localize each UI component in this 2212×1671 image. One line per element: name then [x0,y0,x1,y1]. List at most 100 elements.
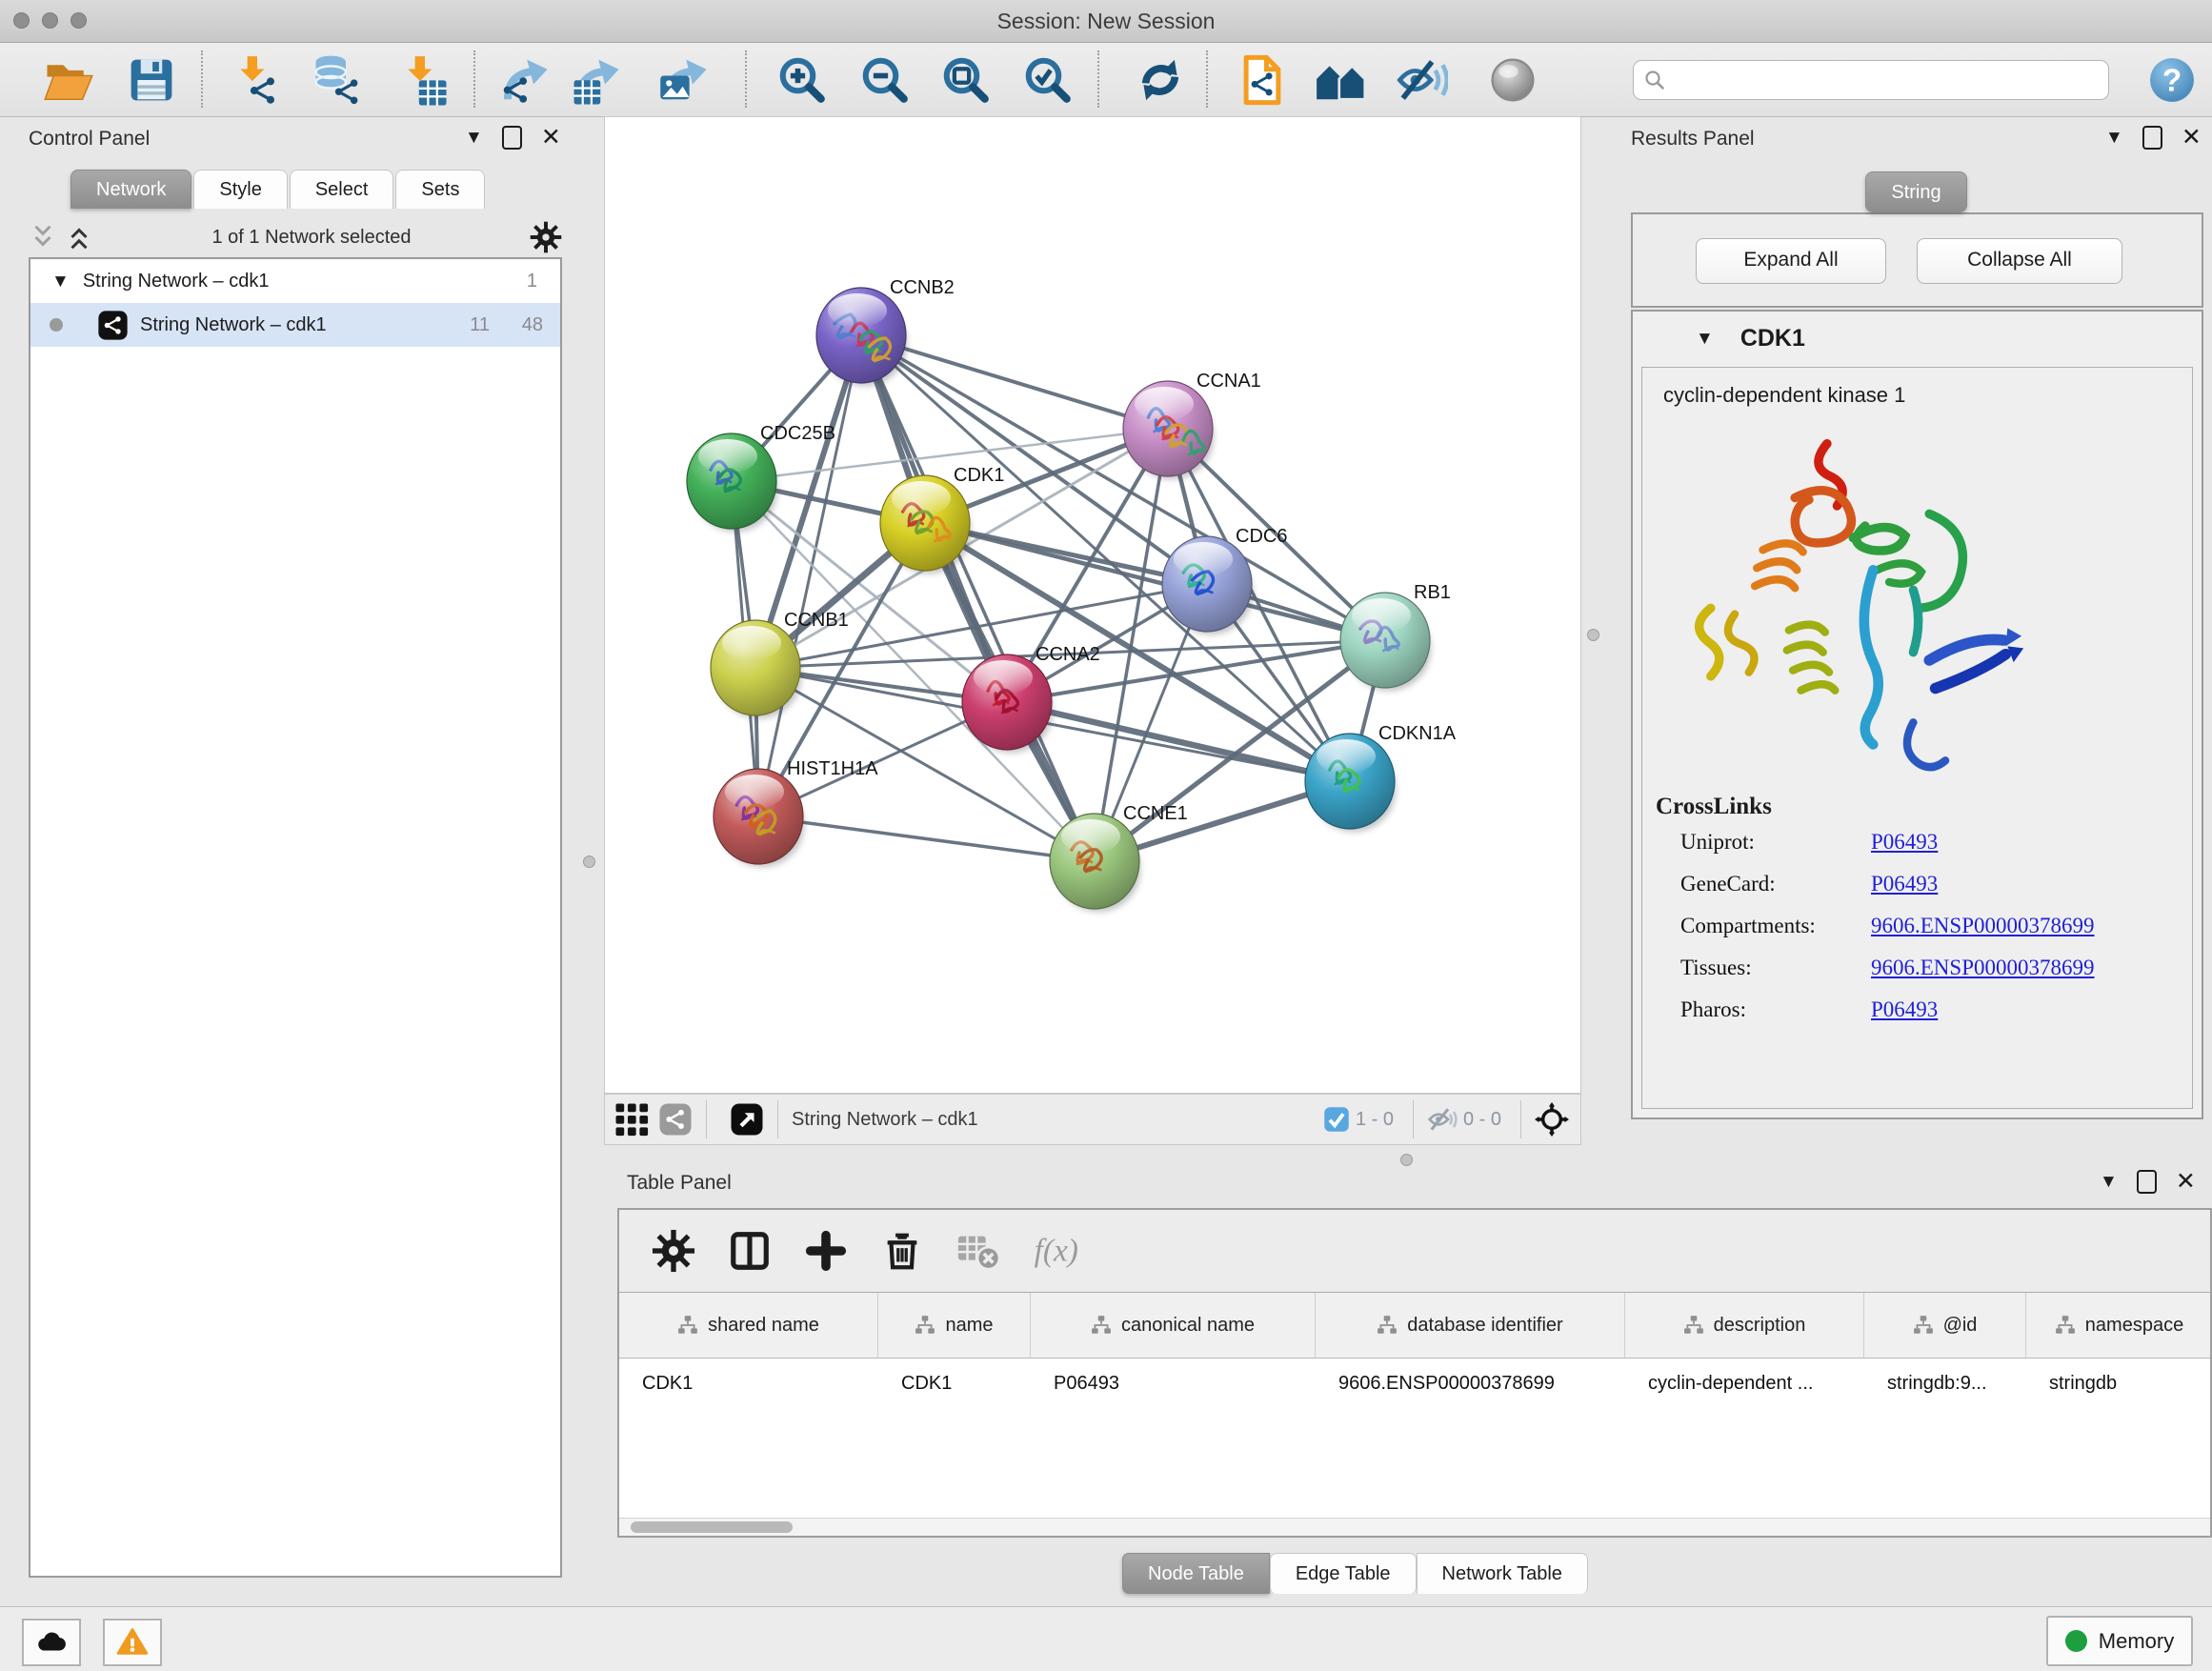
tab-string[interactable]: String [1865,171,1966,212]
network-node-CDC6[interactable]: CDC6 [1162,526,1287,634]
bottom-splitter-handle[interactable] [1400,1154,1413,1166]
column-header-shared-name[interactable]: shared name [619,1293,878,1358]
network-node-HIST1H1A[interactable]: HIST1H1A [714,758,878,867]
help-button[interactable]: ? [2148,56,2196,104]
collection-count: 1 [527,271,537,292]
svg-text:f(x): f(x) [1035,1233,1078,1268]
collapse-all-button[interactable]: Collapse All [1917,238,2122,284]
network-node-CDKN1A[interactable]: CDKN1A [1305,723,1457,832]
export-network-button[interactable] [499,54,551,106]
import-table-button[interactable] [396,54,448,106]
toolbar-separator [201,50,203,108]
gear-icon[interactable] [652,1229,695,1273]
scrollbar-thumb[interactable] [631,1521,793,1533]
close-panel-icon[interactable]: ✕ [2182,126,2202,150]
hidden-eye-icon[interactable] [1427,1104,1458,1135]
entry-header[interactable]: ▼ CDK1 [1633,312,2202,365]
apply-layout-button[interactable] [1135,54,1186,106]
table-row[interactable]: CDK1CDK1P064939606.ENSP00000378699cyclin… [619,1359,2210,1408]
collapse-entry-icon[interactable]: ▼ [1696,330,1714,348]
column-header-database-identifier[interactable]: database identifier [1316,1293,1625,1358]
tab-select[interactable]: Select [290,170,394,209]
zoom-selected-button[interactable] [1022,54,1074,106]
network-canvas[interactable]: CCNB2CCNA1CDC25BCDK1CDC6RB1CCNB1CCNA2CDK… [604,116,1581,1094]
export-image-button[interactable] [658,54,710,106]
network-node-CCNB2[interactable]: CCNB2 [816,277,955,386]
right-splitter-handle[interactable] [1587,629,1599,641]
tab-network-table[interactable]: Network Table [1417,1553,1588,1594]
hide-selected-button[interactable] [1397,54,1448,106]
annotation-document-button[interactable] [1237,54,1288,106]
table-cell[interactable]: stringdb:9... [1864,1373,2026,1395]
column-header-description[interactable]: description [1625,1293,1864,1358]
network-edge[interactable] [758,816,1095,861]
dock-panel-icon[interactable] [2137,1170,2157,1194]
search-input[interactable] [1674,64,2097,94]
crosslink-link[interactable]: P06493 [1871,872,1938,896]
tab-node-table[interactable]: Node Table [1122,1553,1270,1594]
delete-column-icon[interactable] [880,1229,924,1273]
network-edge[interactable] [861,335,1095,861]
collapse-collection-icon[interactable]: ▼ [51,272,70,291]
share-view-icon[interactable] [658,1102,693,1137]
network-row[interactable]: String Network – cdk1 11 48 [30,303,560,347]
dock-panel-icon[interactable] [2142,126,2162,150]
gear-icon[interactable] [530,221,562,253]
memory-button[interactable]: Memory [2046,1616,2193,1666]
add-column-icon[interactable] [804,1229,848,1273]
network-edge[interactable] [1007,702,1350,781]
float-panel-icon[interactable]: ▼ [2100,1173,2118,1191]
crosslink-link[interactable]: P06493 [1871,997,1938,1022]
tab-sets[interactable]: Sets [395,170,485,209]
network-node-RB1[interactable]: RB1 [1340,582,1451,691]
save-session-button[interactable] [126,54,177,106]
table-cell[interactable]: 9606.ENSP00000378699 [1316,1373,1625,1395]
tab-edge-table[interactable]: Edge Table [1270,1553,1417,1594]
table-cell[interactable]: stringdb [2026,1373,2210,1395]
collapse-all-icon[interactable] [29,223,57,252]
export-table-button[interactable] [571,54,622,106]
network-node-CCNA1[interactable]: CCNA1 [1123,371,1261,479]
expand-all-icon[interactable] [65,223,93,252]
network-collection-row[interactable]: ▼ String Network – cdk1 1 [30,259,560,303]
birds-eye-view-icon[interactable] [730,1102,764,1137]
network-edge[interactable] [861,335,1168,429]
open-session-button[interactable] [43,54,94,106]
network-edge[interactable] [758,335,861,816]
crosslink-link[interactable]: 9606.ENSP00000378699 [1871,956,2095,980]
column-header--id[interactable]: @id [1864,1293,2026,1358]
table-cell[interactable]: CDK1 [878,1373,1031,1395]
column-header-name[interactable]: name [878,1293,1031,1358]
zoom-in-button[interactable] [776,54,828,106]
column-header-namespace[interactable]: namespace [2026,1293,2210,1358]
horizontal-scrollbar[interactable] [619,1518,2210,1536]
tab-network[interactable]: Network [70,170,191,209]
table-cell[interactable]: cyclin-dependent ... [1625,1373,1864,1395]
import-network-button[interactable] [229,54,280,106]
left-splitter-handle[interactable] [583,856,595,868]
warnings-button[interactable] [103,1619,162,1666]
crosshair-icon[interactable] [1535,1102,1569,1137]
cloud-button[interactable] [22,1619,81,1666]
close-panel-icon[interactable]: ✕ [2176,1170,2196,1194]
close-panel-icon[interactable]: ✕ [541,126,561,150]
selected-checkbox-icon[interactable] [1323,1106,1350,1133]
group-nodes-button[interactable] [1316,54,1367,106]
table-cell[interactable]: CDK1 [619,1373,878,1395]
tab-style[interactable]: Style [193,170,287,209]
import-network-from-database-button[interactable] [312,54,363,106]
show-hidden-button[interactable] [1487,54,1538,106]
crosslink-link[interactable]: 9606.ENSP00000378699 [1871,914,2095,938]
float-panel-icon[interactable]: ▼ [2105,129,2123,147]
zoom-out-button[interactable] [859,54,911,106]
float-panel-icon[interactable]: ▼ [465,129,483,147]
expand-all-button[interactable]: Expand All [1696,238,1886,284]
column-header-canonical-name[interactable]: canonical name [1031,1293,1316,1358]
crosslink-link[interactable]: P06493 [1871,830,1938,855]
grid-view-icon[interactable] [614,1102,649,1137]
dock-panel-icon[interactable] [502,126,522,150]
columns-icon[interactable] [728,1229,772,1273]
zoom-fit-button[interactable] [940,54,992,106]
node-label: CCNB2 [890,277,955,298]
table-cell[interactable]: P06493 [1031,1373,1316,1395]
